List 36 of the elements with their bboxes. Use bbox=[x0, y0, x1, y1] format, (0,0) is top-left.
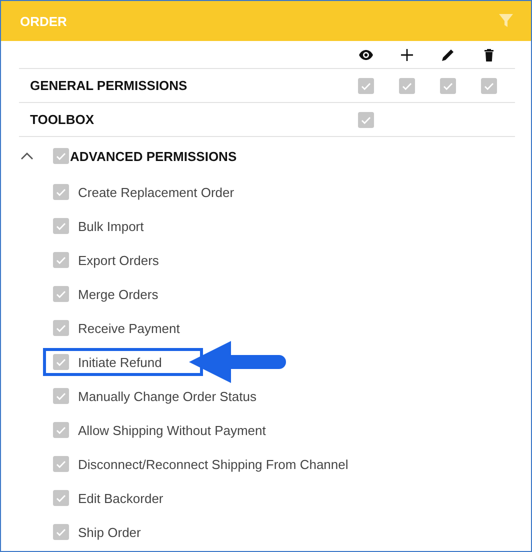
permission-label: Bulk Import bbox=[78, 218, 144, 234]
permission-label: Allow Shipping Without Payment bbox=[78, 422, 266, 438]
checkbox[interactable] bbox=[53, 388, 69, 404]
checkbox[interactable] bbox=[53, 456, 69, 472]
section-label: GENERAL PERMISSIONS bbox=[30, 78, 188, 93]
checkbox[interactable] bbox=[53, 320, 69, 336]
permission-label: Export Orders bbox=[78, 252, 159, 268]
section-label: ADVANCED PERMISSIONS bbox=[70, 148, 237, 164]
checkbox[interactable] bbox=[53, 422, 69, 438]
checkbox[interactable] bbox=[53, 218, 69, 234]
checkbox[interactable] bbox=[53, 184, 69, 200]
checkbox[interactable] bbox=[398, 78, 414, 94]
permission-label: Initiate Refund bbox=[78, 354, 162, 370]
checkbox[interactable] bbox=[358, 78, 374, 94]
checkbox[interactable] bbox=[440, 78, 456, 94]
permission-label: Receive Payment bbox=[78, 320, 180, 336]
checkbox[interactable] bbox=[53, 148, 69, 164]
checkbox[interactable] bbox=[53, 286, 69, 302]
chevron-icon[interactable] bbox=[20, 151, 34, 161]
panel-title: ORDER bbox=[20, 14, 67, 28]
checkbox[interactable] bbox=[53, 524, 69, 540]
checkbox[interactable] bbox=[53, 252, 69, 268]
permission-label: Merge Orders bbox=[78, 286, 158, 302]
plus-icon bbox=[398, 46, 414, 62]
checkbox[interactable] bbox=[480, 78, 496, 94]
permission-label: Disconnect/Reconnect Shipping From Channel bbox=[78, 456, 348, 472]
checkbox[interactable] bbox=[53, 354, 69, 370]
permission-label: Ship Order bbox=[78, 524, 141, 540]
permission-label: Create Replacement Order bbox=[78, 184, 234, 200]
pencil-icon bbox=[440, 46, 456, 62]
checkbox[interactable] bbox=[53, 490, 69, 506]
permission-label: Edit Backorder bbox=[78, 490, 164, 506]
section-label: TOOLBOX bbox=[30, 112, 94, 127]
permission-label: Manually Change Order Status bbox=[78, 388, 256, 404]
checkbox[interactable] bbox=[358, 112, 374, 128]
filter-icon[interactable] bbox=[498, 13, 514, 29]
